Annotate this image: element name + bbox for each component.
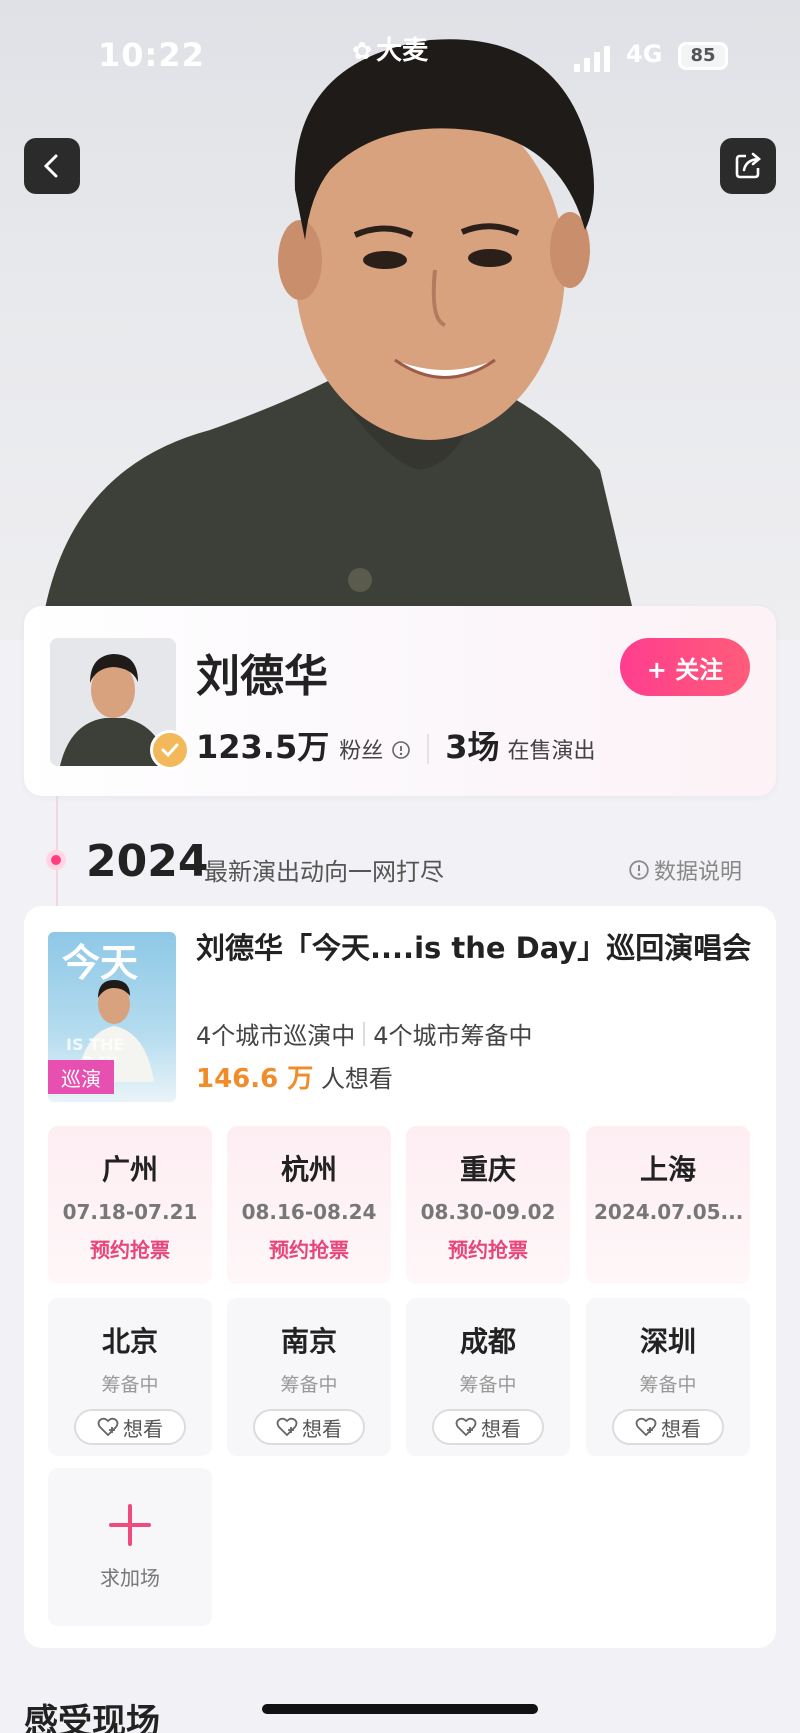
city-tile-chengdu[interactable]: 成都 筹备中 想看 — [406, 1298, 570, 1456]
cities-divider — [363, 1021, 366, 1046]
shows-count: 3场 — [445, 728, 500, 766]
city-name: 北京 — [101, 1325, 158, 1358]
svg-text:IS THE: IS THE — [66, 1035, 124, 1054]
want-to-see-button[interactable]: 想看 — [612, 1409, 724, 1445]
status-bar: 10:22 ✿ 大麦 4G 85 — [0, 0, 800, 110]
status-time: 10:22 — [98, 36, 205, 74]
city-status: 筹备中 — [459, 1374, 517, 1396]
heart-plus-icon — [635, 1417, 657, 1437]
section-heading-live: 感受现场 — [24, 1702, 160, 1733]
city-tile-chongqing[interactable]: 重庆 08.30-09.02 预约抢票 — [406, 1126, 570, 1284]
city-tile-nanjing[interactable]: 南京 筹备中 想看 — [227, 1298, 391, 1456]
want-button-label: 想看 — [661, 1416, 701, 1441]
hero-banner: 10:22 ✿ 大麦 4G 85 — [0, 0, 800, 640]
want-button-label: 想看 — [302, 1416, 342, 1441]
event-poster-image[interactable]: 今天 IS THE DAY 巡演 — [48, 932, 176, 1102]
reserve-ticket-button[interactable]: 预约抢票 — [48, 1234, 212, 1263]
city-name: 深圳 — [639, 1325, 696, 1358]
want-to-see-button[interactable]: 想看 — [432, 1409, 544, 1445]
city-name: 杭州 — [280, 1153, 337, 1186]
city-status: 筹备中 — [280, 1374, 338, 1396]
event-want-count: 146.6 万 人想看 — [196, 1058, 393, 1095]
chevron-left-icon — [43, 154, 58, 178]
request-extra-show-label: 求加场 — [100, 1566, 160, 1590]
want-to-see-button[interactable]: 想看 — [253, 1409, 365, 1445]
want-button-label: 想看 — [123, 1416, 163, 1441]
reserve-ticket-button[interactable]: 预约抢票 — [406, 1234, 570, 1263]
data-note-link[interactable]: 数据说明 — [628, 854, 742, 886]
back-button[interactable] — [24, 138, 80, 194]
city-status: 筹备中 — [639, 1374, 697, 1396]
reserve-ticket-button[interactable]: 预约抢票 — [227, 1234, 391, 1263]
city-date: 2024.07.05... — [594, 1200, 744, 1224]
city-name: 重庆 — [459, 1153, 516, 1186]
year-label: 2024 — [86, 836, 209, 887]
city-name: 南京 — [280, 1325, 337, 1358]
share-button[interactable] — [720, 138, 776, 194]
share-icon — [735, 152, 762, 179]
stats-divider — [427, 734, 430, 764]
timeline-dot — [46, 850, 66, 870]
network-label: 4G — [626, 40, 663, 68]
damai-logo-icon: ✿ — [352, 37, 373, 65]
city-date: 08.16-08.24 — [241, 1200, 377, 1224]
city-tile-shenzhen[interactable]: 深圳 筹备中 想看 — [586, 1298, 750, 1456]
want-to-see-button[interactable]: 想看 — [74, 1409, 186, 1445]
heart-plus-icon — [276, 1417, 298, 1437]
tour-badge: 巡演 — [48, 1060, 114, 1094]
svg-text:今天: 今天 — [62, 941, 138, 985]
request-extra-show-button[interactable]: 求加场 — [48, 1468, 212, 1626]
event-city-summary: 4个城市巡演中 4个城市筹备中 — [196, 1016, 533, 1051]
city-tile-beijing[interactable]: 北京 筹备中 想看 — [48, 1298, 212, 1456]
city-name: 上海 — [639, 1153, 696, 1186]
artist-profile-card: 刘德华 + 关注 123.5万 粉丝 3场 在售演出 — [24, 606, 776, 796]
fans-label: 粉丝 — [339, 739, 384, 764]
artist-name: 刘德华 — [196, 651, 328, 702]
city-date: 07.18-07.21 — [62, 1200, 198, 1224]
cities-preparing: 4个城市筹备中 — [373, 1022, 533, 1050]
want-number: 146.6 万 — [196, 1064, 314, 1094]
want-label: 人想看 — [320, 1065, 393, 1093]
signal-icon — [574, 44, 614, 72]
heart-plus-icon — [97, 1417, 119, 1437]
city-name: 成都 — [459, 1325, 516, 1358]
year-subtitle: 最新演出动向一网打尽 — [204, 858, 444, 886]
home-indicator[interactable] — [262, 1704, 538, 1714]
city-tile-hangzhou[interactable]: 杭州 08.16-08.24 预约抢票 — [227, 1126, 391, 1284]
follow-button[interactable]: + 关注 — [620, 638, 750, 696]
battery-icon: 85 — [678, 42, 728, 70]
city-status: 筹备中 — [101, 1374, 159, 1396]
want-button-label: 想看 — [481, 1416, 521, 1441]
cities-touring: 4个城市巡演中 — [196, 1022, 356, 1050]
heart-plus-icon — [455, 1417, 477, 1437]
city-tile-shanghai[interactable]: 上海 2024.07.05... — [586, 1126, 750, 1284]
verified-badge-icon — [150, 730, 190, 770]
artist-stats: 123.5万 粉丝 3场 在售演出 — [196, 722, 596, 768]
city-name: 广州 — [101, 1153, 158, 1186]
city-tile-guangzhou[interactable]: 广州 07.18-07.21 预约抢票 — [48, 1126, 212, 1284]
status-app-name: ✿ 大麦 — [352, 30, 428, 67]
shows-label: 在售演出 — [507, 739, 596, 764]
info-icon — [629, 860, 649, 880]
data-note-label: 数据说明 — [654, 860, 743, 885]
event-card[interactable]: 今天 IS THE DAY 巡演 刘德华「今天....is the Day」巡回… — [24, 906, 776, 1648]
plus-icon — [109, 1504, 151, 1546]
info-icon[interactable] — [391, 740, 411, 760]
event-title[interactable]: 刘德华「今天....is the Day」巡回演唱会 — [196, 930, 756, 966]
status-app-label: 大麦 — [376, 36, 429, 66]
fans-count: 123.5万 — [196, 728, 330, 766]
city-date: 08.30-09.02 — [420, 1200, 556, 1224]
